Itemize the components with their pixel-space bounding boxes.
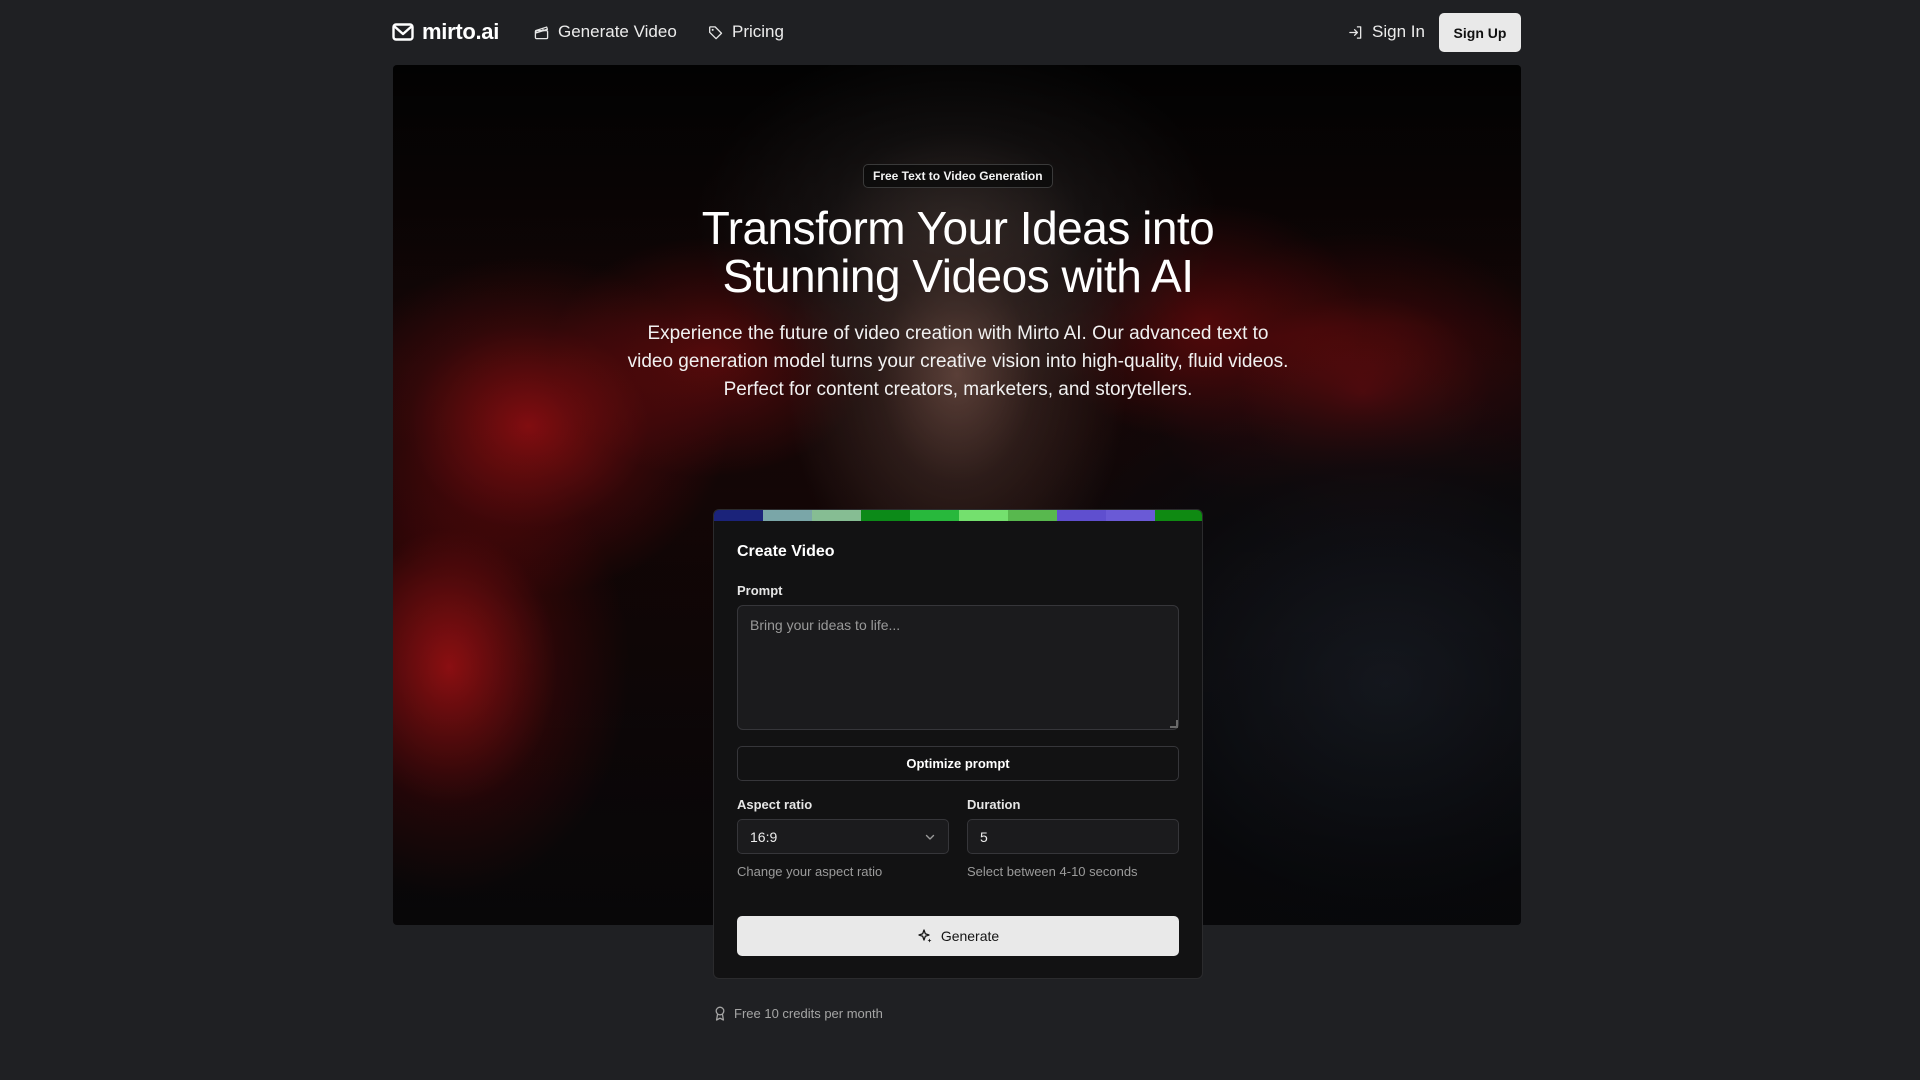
sign-in-link[interactable]: Sign In: [1348, 18, 1425, 46]
strip-segment: [1155, 510, 1202, 521]
top-navigation: mirto.ai Generate Video Pricing Sign In …: [0, 0, 1920, 64]
headline-line-1: Transform Your Ideas into: [701, 202, 1215, 254]
credits-note: Free 10 credits per month: [714, 1003, 883, 1023]
strip-segment: [910, 510, 959, 521]
sign-in-label: Sign In: [1372, 22, 1425, 41]
brand-name: mirto.ai: [422, 19, 500, 44]
strip-segment: [1008, 510, 1057, 521]
brand-logo[interactable]: mirto.ai: [392, 18, 499, 46]
gradient-strip: [714, 510, 1202, 521]
prompt-label: Prompt: [737, 583, 783, 598]
clapperboard-icon: [534, 25, 549, 39]
aspect-ratio-hint: Change your aspect ratio: [737, 864, 883, 879]
aspect-ratio-label: Aspect ratio: [737, 797, 813, 812]
duration-input[interactable]: [967, 819, 1179, 854]
duration-hint: Select between 4-10 seconds: [967, 864, 1138, 879]
credits-text: Free 10 credits per month: [734, 1005, 883, 1021]
sign-up-button[interactable]: Sign Up: [1439, 13, 1521, 52]
strip-segment: [1057, 510, 1106, 521]
create-video-card: Create Video Prompt Optimize prompt Aspe…: [713, 509, 1203, 979]
sparkles-icon: [918, 929, 932, 943]
strip-segment: [861, 510, 910, 521]
resize-handle-icon[interactable]: [1170, 720, 1178, 728]
generate-label: Generate: [940, 928, 1000, 944]
hero-badge: Free Text to Video Generation: [863, 164, 1053, 188]
nav-pricing[interactable]: Pricing: [708, 18, 784, 46]
duration-label: Duration: [967, 797, 1021, 812]
card-title: Create Video: [737, 543, 835, 560]
aspect-ratio-select[interactable]: 16:9: [737, 819, 949, 854]
optimize-prompt-button[interactable]: Optimize prompt: [737, 746, 1179, 781]
award-icon: [715, 1006, 725, 1021]
headline-line-2: Stunning Videos with AI: [722, 250, 1194, 302]
log-in-icon: [1349, 25, 1362, 39]
nav-generate-label: Generate Video: [558, 22, 677, 41]
mail-logo-icon: [392, 23, 414, 41]
nav-generate-video[interactable]: Generate Video: [534, 18, 677, 46]
chevron-down-icon: [925, 834, 935, 840]
hero-description: Experience the future of video creation …: [627, 323, 1289, 400]
aspect-ratio-value: 16:9: [750, 828, 778, 845]
nav-pricing-label: Pricing: [732, 22, 784, 41]
tag-icon: [709, 25, 723, 39]
strip-segment: [763, 510, 812, 521]
strip-segment: [1106, 510, 1155, 521]
strip-segment: [812, 510, 861, 521]
hero-headline: Transform Your Ideas into Stunning Video…: [560, 204, 1356, 300]
strip-segment: [959, 510, 1008, 521]
strip-segment: [714, 510, 763, 521]
prompt-input[interactable]: [737, 605, 1179, 730]
generate-button[interactable]: Generate: [737, 916, 1179, 956]
